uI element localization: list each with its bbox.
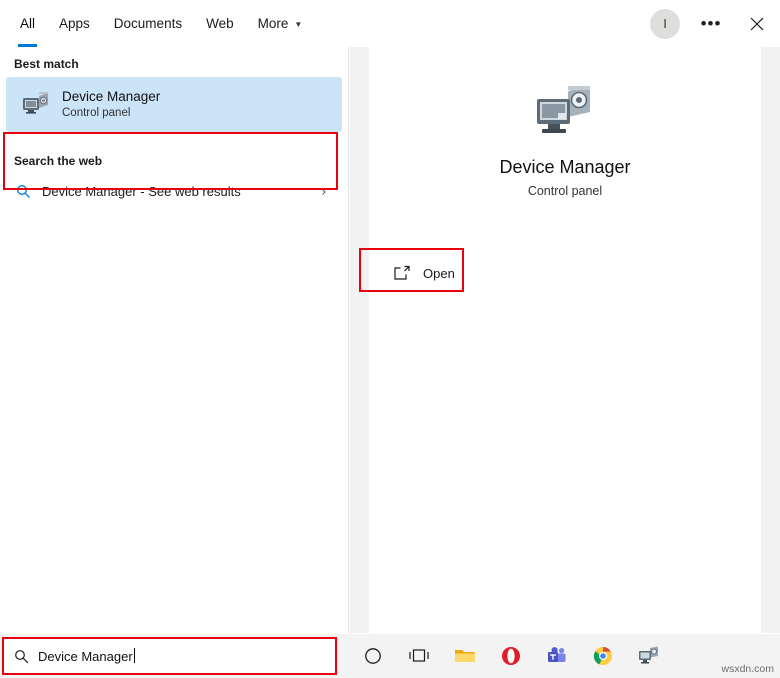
task-view-icon[interactable]	[396, 634, 442, 678]
tab-documents-label: Documents	[113, 16, 183, 31]
result-item-subtitle: Control panel	[62, 107, 131, 119]
search-input-value: Device Manager	[38, 649, 133, 664]
web-result-query: Device Manager	[42, 183, 137, 199]
preview-panel: Device Manager Control panel Open	[350, 47, 780, 633]
web-result-label: Device Manager - See web results	[42, 184, 241, 199]
windows-search-flyout: All Apps Documents Web More ▼ I ••• Best…	[0, 0, 780, 678]
result-item-text: Device Manager Control panel	[62, 88, 160, 121]
tab-all[interactable]: All	[8, 0, 47, 47]
preview-actions-card: Open	[369, 238, 761, 633]
search-icon	[14, 649, 38, 664]
chevron-right-icon: ›	[321, 183, 326, 199]
device-manager-taskbar-icon[interactable]	[626, 634, 672, 678]
taskbar-icons	[350, 634, 672, 678]
google-chrome-icon[interactable]	[580, 634, 626, 678]
web-result-item[interactable]: Device Manager - See web results ›	[0, 174, 348, 208]
tab-web[interactable]: Web	[194, 0, 246, 47]
device-manager-large-icon	[534, 83, 596, 145]
search-input-value-wrap: Device Manager	[38, 648, 135, 664]
search-icon	[16, 184, 42, 199]
preview-subtitle: Control panel	[527, 184, 603, 198]
results-panel: Best match Device Manager Control panel	[0, 47, 349, 633]
tab-apps-label: Apps	[59, 16, 90, 31]
search-web-header: Search the web	[14, 154, 103, 168]
preview-header-card: Device Manager Control panel	[369, 47, 761, 238]
search-input[interactable]: Device Manager	[3, 638, 337, 674]
tab-more-label: More	[257, 16, 289, 31]
result-item-title: Device Manager	[62, 89, 161, 104]
tab-web-label: Web	[206, 16, 234, 31]
close-button[interactable]	[734, 0, 780, 47]
open-button-label: Open	[423, 265, 455, 281]
opera-icon[interactable]	[488, 634, 534, 678]
result-item-device-manager[interactable]: Device Manager Control panel	[6, 77, 342, 132]
taskbar: Device Manager wsxdn.com	[0, 634, 780, 678]
tab-apps[interactable]: Apps	[47, 0, 102, 47]
web-result-suffix: - See web results	[136, 183, 241, 199]
open-external-icon	[381, 265, 423, 281]
search-filter-bar: All Apps Documents Web More ▼ I •••	[0, 0, 780, 47]
tab-all-label: All	[20, 16, 36, 31]
device-manager-icon	[16, 90, 56, 120]
tab-more[interactable]: More ▼	[246, 0, 315, 47]
topbar-right-controls: I •••	[650, 0, 780, 47]
text-caret	[133, 648, 135, 663]
tab-documents[interactable]: Documents	[102, 0, 194, 47]
avatar[interactable]: I	[650, 8, 680, 39]
more-options-icon[interactable]: •••	[694, 9, 728, 39]
best-match-header: Best match	[14, 57, 79, 71]
close-icon	[750, 17, 764, 30]
chevron-down-icon: ▼	[294, 20, 303, 29]
filter-tabs: All Apps Documents Web More ▼	[0, 0, 314, 47]
avatar-initial: I	[663, 16, 667, 31]
watermark: wsxdn.com	[721, 663, 774, 675]
open-button[interactable]: Open	[381, 254, 561, 292]
cortana-icon[interactable]	[350, 634, 396, 678]
microsoft-teams-icon[interactable]	[534, 634, 580, 678]
preview-title: Device Manager	[499, 157, 631, 177]
file-explorer-icon[interactable]	[442, 634, 488, 678]
